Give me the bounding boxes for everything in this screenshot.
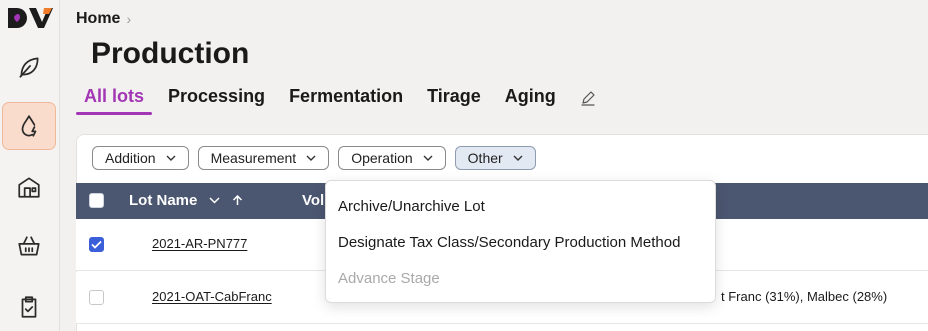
nav-production[interactable] [2, 102, 56, 150]
menu-item-advance-stage: Advance Stage [338, 269, 440, 287]
tab-fermentation[interactable]: Fermentation [281, 86, 411, 114]
varietal-composition: t Franc (31%), Malbec (28%) [721, 289, 888, 304]
filter-label: Operation [351, 150, 413, 166]
tab-tirage[interactable]: Tirage [419, 86, 489, 114]
chevron-down-icon[interactable] [209, 195, 220, 206]
breadcrumb-home[interactable]: Home [76, 10, 120, 28]
lot-link[interactable]: 2021-AR-PN777 [152, 236, 247, 251]
chevron-down-icon [166, 155, 176, 161]
nav-facility[interactable] [2, 163, 56, 211]
clipboard-icon [21, 296, 37, 318]
other-dropdown-menu: Archive/Unarchive Lot Designate Tax Clas… [325, 180, 716, 303]
chevron-down-icon [513, 155, 523, 161]
filter-label: Measurement [210, 150, 297, 166]
filter-addition[interactable]: Addition [92, 146, 189, 170]
nav-sales[interactable] [2, 222, 56, 270]
breadcrumb-separator: › [126, 11, 132, 27]
menu-item-archive-unarchive[interactable]: Archive/Unarchive Lot [326, 188, 715, 224]
menu-item-designate-tax-class[interactable]: Designate Tax Class/Secondary Production… [326, 224, 715, 260]
chevron-down-icon [423, 155, 433, 161]
sidebar [0, 0, 60, 331]
nav-tasks[interactable] [2, 283, 56, 331]
tab-processing[interactable]: Processing [160, 86, 273, 114]
building-icon [18, 177, 40, 198]
filter-operation[interactable]: Operation [338, 146, 446, 170]
nav-vineyard[interactable] [2, 43, 56, 91]
sort-ascending-icon[interactable] [232, 195, 243, 206]
tab-aging[interactable]: Aging [497, 86, 564, 114]
check-icon [91, 240, 102, 249]
column-lot-name[interactable]: Lot Name [129, 192, 243, 209]
pencil-icon[interactable] [580, 90, 596, 106]
filter-label: Other [467, 150, 503, 166]
leaf-icon [19, 57, 39, 78]
lot-link[interactable]: 2021-OAT-CabFranc [152, 289, 272, 304]
column-volume[interactable]: Vol [302, 192, 324, 209]
page-title: Production [91, 37, 250, 70]
chevron-down-icon [306, 155, 316, 161]
app-logo[interactable] [6, 5, 54, 31]
tab-bar: All lots Processing Fermentation Tirage … [76, 86, 596, 116]
column-label: Lot Name [129, 192, 198, 209]
drop-icon [21, 115, 37, 137]
row-checkbox[interactable] [89, 290, 104, 305]
filter-measurement[interactable]: Measurement [197, 146, 330, 170]
filter-label: Addition [105, 150, 156, 166]
breadcrumb: Home › [76, 10, 131, 28]
tab-all-lots[interactable]: All lots [76, 86, 153, 115]
filter-bar: Addition Measurement Operation Other [92, 146, 536, 170]
select-all-checkbox[interactable] [89, 193, 104, 208]
row-checkbox[interactable] [89, 237, 104, 252]
filter-other[interactable]: Other [454, 146, 536, 170]
basket-icon [18, 236, 40, 256]
